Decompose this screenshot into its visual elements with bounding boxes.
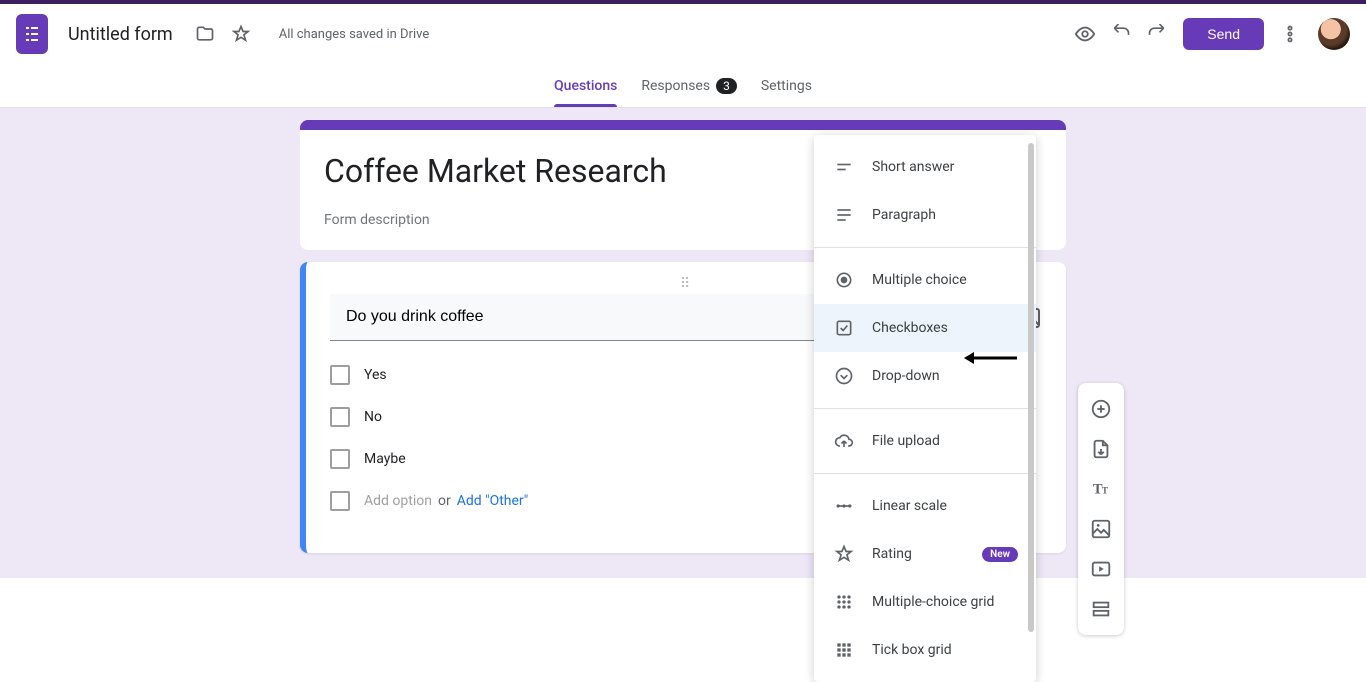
tab-responses[interactable]: Responses 3 <box>641 64 736 107</box>
add-image-button[interactable] <box>1083 511 1119 547</box>
radio-icon <box>832 268 856 292</box>
checkbox-icon <box>330 407 350 427</box>
tabs: Questions Responses 3 Settings <box>0 64 1366 108</box>
or-text: or <box>438 493 451 509</box>
avatar[interactable] <box>1318 18 1350 50</box>
dropdown-item-file-upload[interactable]: File upload <box>814 417 1036 465</box>
checkbox-icon <box>330 491 350 511</box>
star-icon <box>832 542 856 566</box>
grid-squares-icon <box>832 638 856 662</box>
form-name[interactable]: Untitled form <box>68 24 173 45</box>
move-to-folder-icon[interactable] <box>187 16 223 52</box>
short-answer-icon <box>832 155 856 179</box>
add-title-button[interactable]: TT <box>1083 471 1119 507</box>
responses-badge: 3 <box>716 78 737 94</box>
tab-questions[interactable]: Questions <box>554 64 617 107</box>
checkbox-icon <box>832 316 856 340</box>
question-type-dropdown: Short answer Paragraph Multiple choice C… <box>814 135 1036 682</box>
star-icon[interactable] <box>223 16 259 52</box>
add-question-button[interactable] <box>1083 391 1119 427</box>
tab-settings[interactable]: Settings <box>761 64 812 107</box>
dropdown-item-linear-scale[interactable]: Linear scale <box>814 482 1036 530</box>
checkbox-icon <box>330 449 350 469</box>
add-section-button[interactable] <box>1083 591 1119 627</box>
paragraph-icon <box>832 203 856 227</box>
dropdown-divider <box>814 408 1036 409</box>
option-label[interactable]: Maybe <box>364 451 406 467</box>
chevron-circle-icon <box>832 364 856 388</box>
preview-icon[interactable] <box>1067 16 1103 52</box>
header: Untitled form All changes saved in Drive… <box>0 4 1366 64</box>
new-badge: New <box>982 547 1018 562</box>
dropdown-item-tick-grid[interactable]: Tick box grid <box>814 626 1036 674</box>
dropdown-item-dropdown[interactable]: Drop-down <box>814 352 1036 400</box>
grid-dots-icon <box>832 590 856 614</box>
dropdown-item-checkboxes[interactable]: Checkboxes <box>814 304 1036 352</box>
add-option-placeholder[interactable]: Add option <box>364 493 432 509</box>
dropdown-item-mc-grid[interactable]: Multiple-choice grid <box>814 578 1036 626</box>
side-toolbar: TT <box>1078 383 1124 635</box>
add-video-button[interactable] <box>1083 551 1119 587</box>
save-status: All changes saved in Drive <box>279 27 430 42</box>
send-button[interactable]: Send <box>1183 18 1264 50</box>
upload-icon <box>832 429 856 453</box>
dropdown-divider <box>814 247 1036 248</box>
more-icon[interactable] <box>1272 16 1308 52</box>
dropdown-item-rating[interactable]: Rating New <box>814 530 1036 578</box>
linear-scale-icon <box>832 494 856 518</box>
forms-logo-icon[interactable] <box>16 14 48 54</box>
redo-icon[interactable] <box>1139 16 1175 52</box>
undo-icon[interactable] <box>1103 16 1139 52</box>
dropdown-divider <box>814 473 1036 474</box>
checkbox-icon <box>330 365 350 385</box>
option-label[interactable]: Yes <box>364 367 387 383</box>
option-label[interactable]: No <box>364 409 382 425</box>
svg-text:T: T <box>1102 486 1108 496</box>
import-questions-button[interactable] <box>1083 431 1119 467</box>
dropdown-item-multiple-choice[interactable]: Multiple choice <box>814 256 1036 304</box>
dropdown-item-short-answer[interactable]: Short answer <box>814 143 1036 191</box>
dropdown-item-paragraph[interactable]: Paragraph <box>814 191 1036 239</box>
add-other-button[interactable]: Add "Other" <box>457 493 529 509</box>
